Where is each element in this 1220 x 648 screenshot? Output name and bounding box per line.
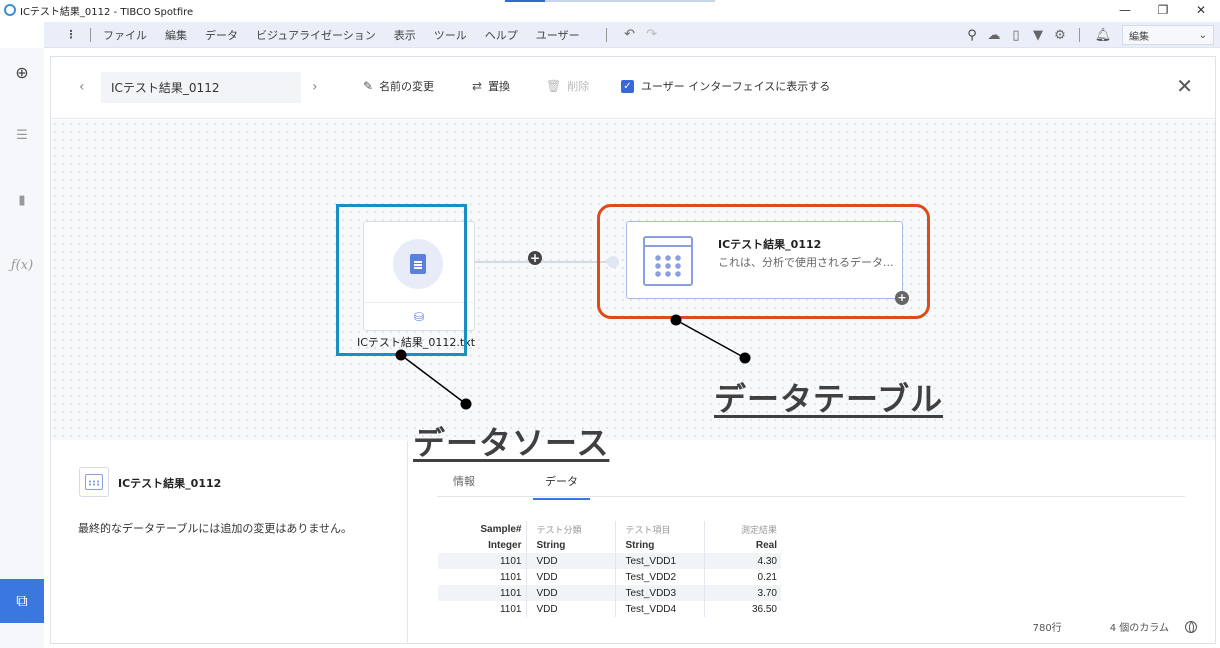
annotation-callout-lines xyxy=(395,314,751,410)
data-table-annotation: データテーブル xyxy=(714,380,944,418)
data-source-annotation: データソース xyxy=(413,424,610,462)
